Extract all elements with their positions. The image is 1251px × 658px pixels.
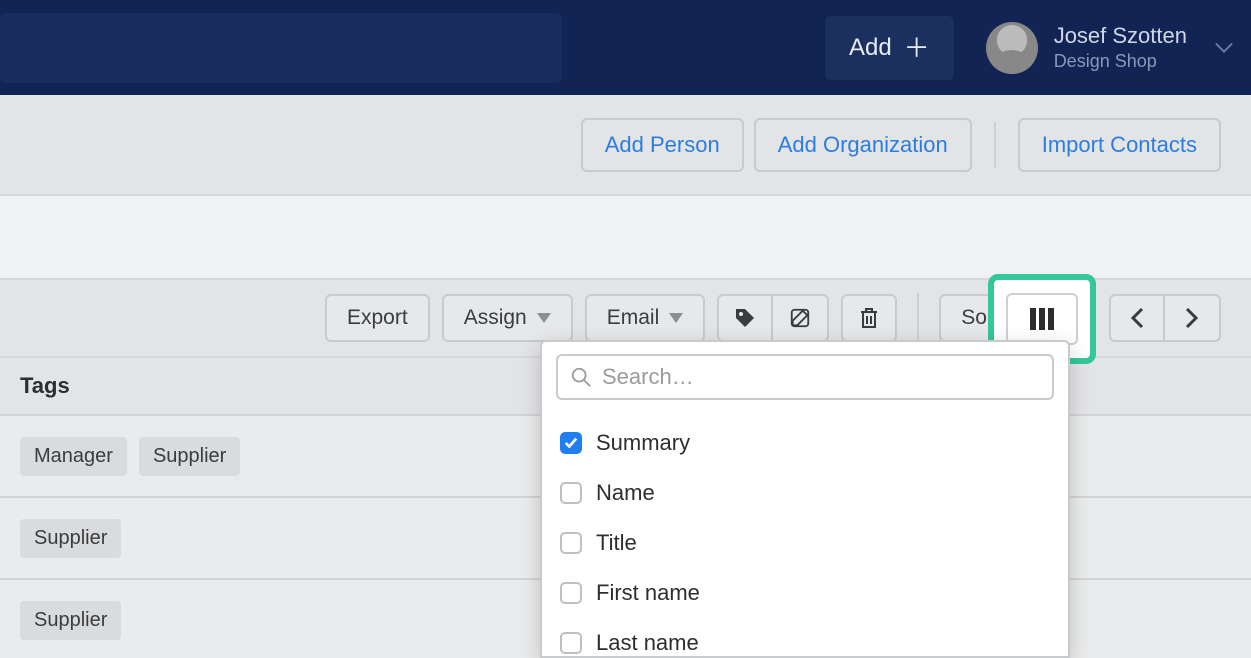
assign-button[interactable]: Assign [442, 294, 573, 342]
dropdown-option-label: First name [596, 580, 700, 606]
dropdown-option-label: Last name [596, 630, 699, 656]
subheader: Add Person Add Organization Import Conta… [0, 95, 1251, 196]
separator [917, 293, 919, 343]
user-text: Josef Szotten Design Shop [1054, 23, 1187, 72]
separator [994, 122, 996, 168]
checkbox[interactable] [560, 632, 582, 654]
add-button[interactable]: Add ＋ [825, 16, 954, 80]
chevron-down-icon [1215, 42, 1233, 54]
email-button[interactable]: Email [585, 294, 706, 342]
add-organization-button[interactable]: Add Organization [754, 118, 972, 172]
tag-chip[interactable]: Supplier [20, 519, 121, 558]
dropdown-option-label: Name [596, 480, 655, 506]
columns-button[interactable] [1006, 293, 1078, 345]
global-search-input[interactable] [0, 13, 562, 83]
dropdown-option-list: Summary Name Title First name Last name [542, 416, 1068, 658]
checkbox[interactable] [560, 532, 582, 554]
user-name: Josef Szotten [1054, 23, 1187, 49]
add-person-button[interactable]: Add Person [581, 118, 744, 172]
dropdown-option-label: Summary [596, 430, 690, 456]
export-label: Export [347, 306, 408, 330]
chevron-left-icon [1130, 308, 1144, 328]
caret-down-icon [537, 313, 551, 323]
dropdown-option[interactable]: Name [560, 468, 1050, 518]
tag-chip[interactable]: Supplier [139, 437, 240, 476]
dropdown-option[interactable]: Title [560, 518, 1050, 568]
export-button[interactable]: Export [325, 294, 430, 342]
dropdown-option[interactable]: Last name [560, 618, 1050, 658]
tag-edit-group [717, 294, 829, 342]
dropdown-search[interactable] [556, 354, 1054, 400]
email-label: Email [607, 306, 660, 330]
columns-dropdown: Summary Name Title First name Last name [540, 340, 1070, 658]
edit-icon [789, 307, 811, 329]
chevron-right-icon [1185, 308, 1199, 328]
user-org: Design Shop [1054, 51, 1187, 72]
dropdown-option[interactable]: Summary [560, 418, 1050, 468]
add-button-label: Add [849, 34, 892, 62]
columns-icon [1029, 307, 1055, 331]
pager [1109, 294, 1221, 342]
topnav-right: Add ＋ Josef Szotten Design Shop [825, 16, 1233, 80]
top-nav: Add ＋ Josef Szotten Design Shop [0, 0, 1251, 95]
checkbox[interactable] [560, 482, 582, 504]
checkbox[interactable] [560, 432, 582, 454]
dropdown-search-input[interactable] [602, 364, 1040, 390]
delete-button[interactable] [841, 294, 897, 342]
spacer-strip [0, 196, 1251, 278]
user-menu[interactable]: Josef Szotten Design Shop [986, 22, 1233, 74]
dropdown-option[interactable]: First name [560, 568, 1050, 618]
search-icon [570, 366, 592, 388]
assign-label: Assign [464, 306, 527, 330]
plus-icon: ＋ [904, 35, 930, 61]
prev-page-button[interactable] [1109, 294, 1165, 342]
tag-chip[interactable]: Supplier [20, 601, 121, 640]
import-contacts-button[interactable]: Import Contacts [1018, 118, 1221, 172]
tag-button[interactable] [717, 294, 773, 342]
avatar [986, 22, 1038, 74]
caret-down-icon [669, 313, 683, 323]
tag-chip[interactable]: Manager [20, 437, 127, 476]
next-page-button[interactable] [1165, 294, 1221, 342]
trash-icon [859, 307, 879, 329]
tag-icon [733, 306, 757, 330]
checkbox[interactable] [560, 582, 582, 604]
dropdown-option-label: Title [596, 530, 637, 556]
edit-button[interactable] [773, 294, 829, 342]
